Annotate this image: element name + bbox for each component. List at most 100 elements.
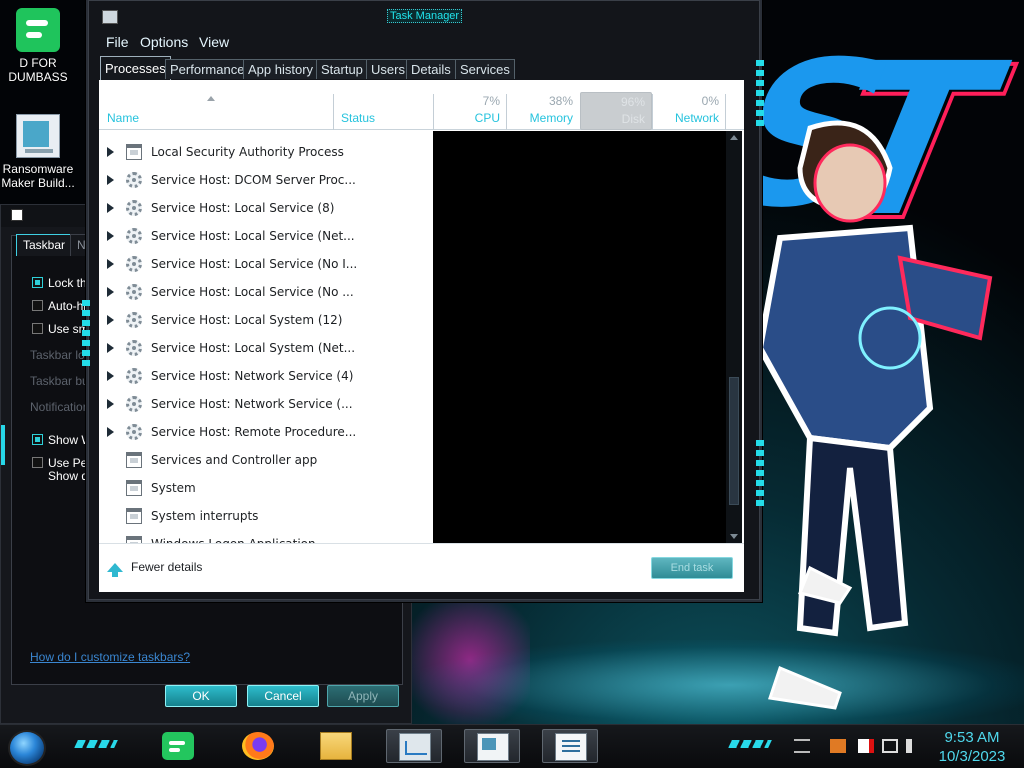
gear-icon xyxy=(126,368,142,384)
menu-view[interactable]: View xyxy=(199,34,229,50)
fewer-details-button[interactable]: Fewer details xyxy=(107,560,202,577)
taskbar-app-task-manager[interactable] xyxy=(386,729,442,763)
tab-strip: Processes Performance App history Startu… xyxy=(98,56,744,80)
taskbar-app-green[interactable] xyxy=(150,729,206,763)
security-alert-icon[interactable] xyxy=(858,739,874,753)
expand-arrow-icon[interactable] xyxy=(107,175,114,185)
window-titlebar[interactable]: Task Manager xyxy=(88,0,760,30)
arrow-up-icon xyxy=(107,563,123,577)
menu-file[interactable]: File xyxy=(106,34,129,50)
gear-icon xyxy=(126,200,142,216)
process-row[interactable]: System xyxy=(99,474,434,502)
task-manager-icon xyxy=(102,10,118,24)
expand-arrow-icon[interactable] xyxy=(107,343,114,353)
tab-services[interactable]: Services xyxy=(455,59,515,79)
checkbox-icon xyxy=(32,457,43,468)
expand-arrow-icon[interactable] xyxy=(107,315,114,325)
process-name: Service Host: Local Service (No ... xyxy=(151,285,354,299)
process-row[interactable]: Service Host: Remote Procedure... xyxy=(99,418,434,446)
tab-processes[interactable]: Processes xyxy=(100,56,171,80)
desktop-icon-ransomware-maker[interactable]: Ransomware Maker Build... xyxy=(0,114,76,190)
process-row[interactable]: Windows Logon Application xyxy=(99,530,434,543)
checkbox-icon xyxy=(32,300,43,311)
checkbox-lock-taskbar[interactable]: Lock the xyxy=(32,276,93,290)
checkbox-use-peek[interactable]: Use Pee xyxy=(32,456,94,470)
column-header-cpu[interactable]: 7% CPU xyxy=(434,80,506,130)
tab-startup[interactable]: Startup xyxy=(316,59,368,79)
file-explorer-icon xyxy=(320,732,352,760)
process-row[interactable]: Service Host: Local Service (8) xyxy=(99,194,434,222)
column-header-memory[interactable]: 38% Memory xyxy=(507,80,579,130)
taskbar-app-firefox[interactable] xyxy=(230,729,286,763)
process-row[interactable]: Service Host: Local Service (Net... xyxy=(99,222,434,250)
process-row[interactable]: Service Host: Local System (12) xyxy=(99,306,434,334)
menu-options[interactable]: Options xyxy=(140,34,188,50)
expand-arrow-icon[interactable] xyxy=(107,231,114,241)
window-icon xyxy=(126,508,142,524)
tab-performance[interactable]: Performance xyxy=(165,59,250,79)
gear-icon xyxy=(126,312,142,328)
gear-icon xyxy=(126,340,142,356)
green-app-icon xyxy=(162,732,194,760)
expand-arrow-icon[interactable] xyxy=(107,259,114,269)
process-row[interactable]: Service Host: Local Service (No ... xyxy=(99,278,434,306)
expand-arrow-icon[interactable] xyxy=(107,147,114,157)
process-name: Service Host: Local System (12) xyxy=(151,313,343,327)
apply-button[interactable]: Apply xyxy=(327,685,399,707)
taskbar-location-label: Taskbar lo xyxy=(30,348,85,362)
help-link[interactable]: How do I customize taskbars? xyxy=(30,650,190,664)
process-name: Service Host: DCOM Server Proc... xyxy=(151,173,356,187)
checkbox-icon xyxy=(32,323,43,334)
process-row[interactable]: Local Security Authority Process xyxy=(99,138,434,166)
vertical-scrollbar[interactable] xyxy=(726,131,742,543)
desktop-icon-dumbass[interactable]: D FOR DUMBASS xyxy=(0,8,76,84)
expand-arrow-icon[interactable] xyxy=(107,427,114,437)
column-header-disk[interactable]: 96% Disk xyxy=(580,92,652,130)
column-header-network[interactable]: 0% Network xyxy=(653,80,725,130)
process-row[interactable]: Service Host: Local Service (No I... xyxy=(99,250,434,278)
end-task-button[interactable]: End task xyxy=(651,557,733,579)
expand-arrow-icon[interactable] xyxy=(107,371,114,381)
process-row[interactable]: Service Host: DCOM Server Proc... xyxy=(99,166,434,194)
taskbar-app-checklist[interactable] xyxy=(542,729,598,763)
start-button[interactable] xyxy=(8,730,46,766)
green-app-icon xyxy=(16,8,60,52)
process-row[interactable]: System interrupts xyxy=(99,502,434,530)
checkbox-show-windows-store[interactable]: Show W xyxy=(32,433,93,447)
window-icon xyxy=(126,480,142,496)
network-icon[interactable] xyxy=(882,739,898,753)
frame-decoration xyxy=(756,440,764,510)
volume-icon[interactable] xyxy=(906,739,922,753)
task-manager-icon xyxy=(399,733,431,761)
tab-app-history[interactable]: App history xyxy=(243,59,319,79)
wallpaper-character xyxy=(756,120,993,710)
action-center-icon[interactable] xyxy=(794,739,810,753)
screenshot-icon xyxy=(477,733,509,761)
tab-details[interactable]: Details xyxy=(406,59,456,79)
process-row[interactable]: Service Host: Network Service (... xyxy=(99,390,434,418)
expand-arrow-icon[interactable] xyxy=(107,287,114,297)
process-row[interactable]: Service Host: Network Service (4) xyxy=(99,362,434,390)
taskbar-app-properties[interactable] xyxy=(464,729,520,763)
column-header-name[interactable]: Name xyxy=(99,80,333,130)
cancel-button[interactable]: Cancel xyxy=(247,685,319,707)
tab-users[interactable]: Users xyxy=(366,59,410,79)
process-name: Service Host: Local Service (Net... xyxy=(151,229,355,243)
system-clock[interactable]: 9:53 AM 10/3/2023 xyxy=(924,728,1020,766)
process-name: Service Host: Local Service (No I... xyxy=(151,257,358,271)
tab-taskbar[interactable]: Taskbar xyxy=(16,234,73,256)
scroll-up-icon[interactable] xyxy=(730,135,738,140)
process-row[interactable]: Service Host: Local System (Net... xyxy=(99,334,434,362)
scroll-down-icon[interactable] xyxy=(730,534,738,539)
scrollbar-thumb[interactable] xyxy=(729,377,739,505)
column-header-status[interactable]: Status xyxy=(334,80,433,130)
process-name: Local Security Authority Process xyxy=(151,145,344,159)
gear-icon xyxy=(126,396,142,412)
expand-arrow-icon[interactable] xyxy=(107,399,114,409)
process-row[interactable]: Services and Controller app xyxy=(99,446,434,474)
ok-button[interactable]: OK xyxy=(165,685,237,707)
java-icon[interactable] xyxy=(830,739,846,753)
window-title: Task Manager xyxy=(387,9,463,23)
taskbar-app-explorer[interactable] xyxy=(308,729,364,763)
expand-arrow-icon[interactable] xyxy=(107,203,114,213)
